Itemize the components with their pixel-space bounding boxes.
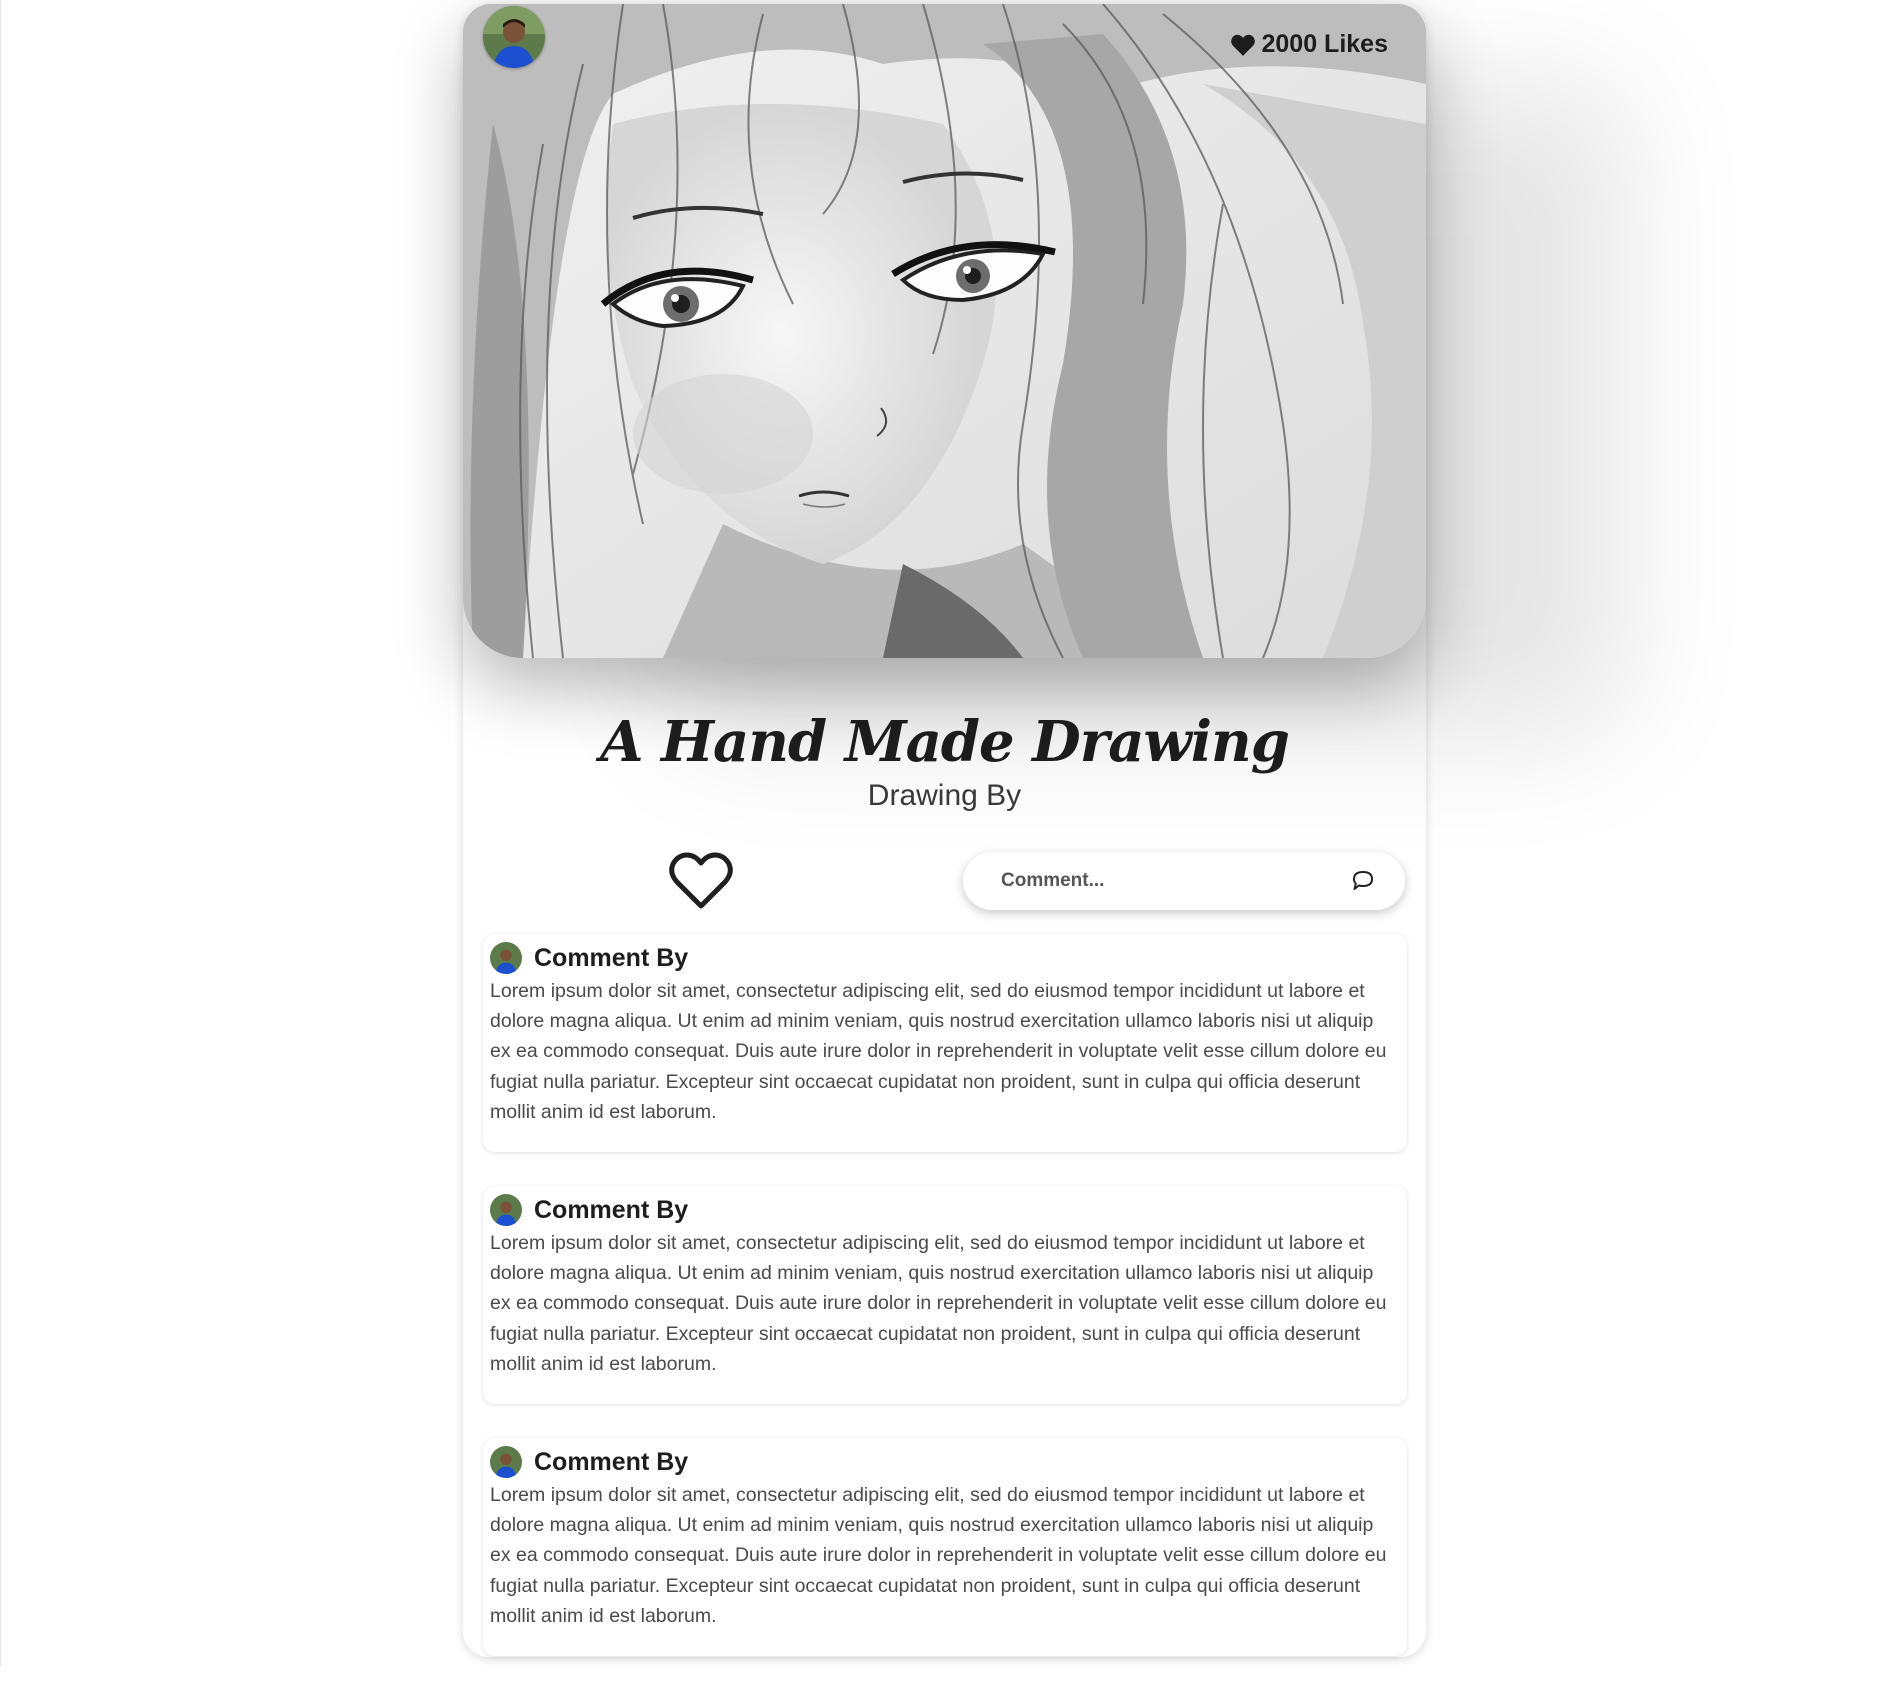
heart-outline-icon[interactable] xyxy=(669,852,733,910)
comment-author: Comment By xyxy=(534,943,689,972)
comment-input[interactable] xyxy=(999,860,1323,902)
comment-text: Lorem ipsum dolor sit amet, consectetur … xyxy=(490,980,1387,1123)
post-header: A Hand Made Drawing Drawing By xyxy=(463,709,1426,813)
commenter-avatar[interactable] xyxy=(490,942,522,974)
post-title: A Hand Made Drawing xyxy=(600,709,1290,775)
comment-item: Comment By Lorem ipsum dolor sit amet, c… xyxy=(483,934,1407,1152)
comment-box xyxy=(963,852,1405,910)
speech-bubble-icon[interactable] xyxy=(1351,870,1375,892)
drawing-image xyxy=(463,4,1426,658)
comment-text: Lorem ipsum dolor sit amet, consectetur … xyxy=(490,1232,1387,1375)
heart-filled-icon xyxy=(1230,34,1255,56)
author-avatar[interactable] xyxy=(483,6,545,68)
comment-list: Comment By Lorem ipsum dolor sit amet, c… xyxy=(483,934,1407,1690)
page-edge xyxy=(0,0,1,1666)
comment-text: Lorem ipsum dolor sit amet, consectetur … xyxy=(490,1484,1387,1627)
comment-header: Comment By xyxy=(490,1192,1399,1228)
post-subtitle: Drawing By xyxy=(867,779,1022,812)
likes-count: 2000 Likes xyxy=(1230,30,1389,59)
commenter-avatar[interactable] xyxy=(490,1446,522,1478)
comment-author: Comment By xyxy=(534,1195,689,1224)
comment-author: Comment By xyxy=(534,1447,689,1476)
comment-item: Comment By Lorem ipsum dolor sit amet, c… xyxy=(483,1438,1407,1656)
commenter-avatar[interactable] xyxy=(490,1194,522,1226)
likes-label: 2000 Likes xyxy=(1261,30,1389,58)
post-card: 2000 Likes A Hand Made Drawing Drawing B… xyxy=(463,4,1426,1657)
post-actions xyxy=(463,852,1426,912)
comment-item: Comment By Lorem ipsum dolor sit amet, c… xyxy=(483,1186,1407,1404)
comment-header: Comment By xyxy=(490,1444,1399,1480)
comment-header: Comment By xyxy=(490,940,1399,976)
